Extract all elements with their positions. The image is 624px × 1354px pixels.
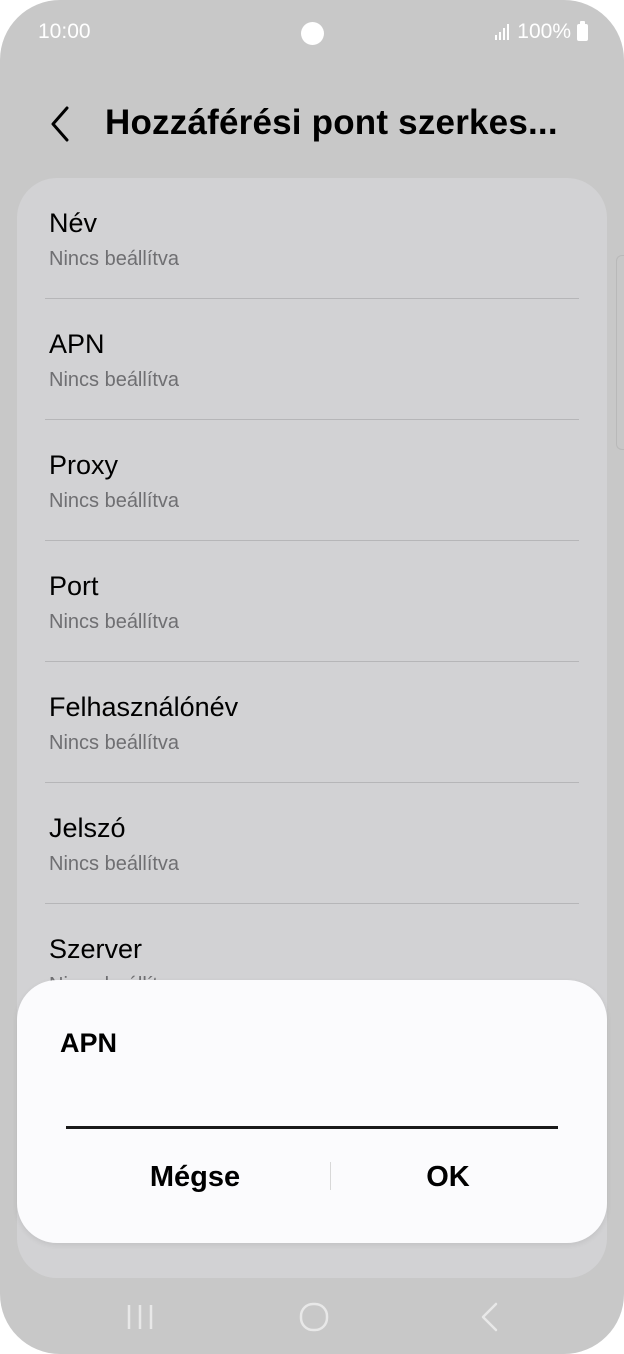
front-camera [301,22,324,45]
button-separator [330,1162,331,1190]
page-title: Hozzáférési pont szerkes... [105,103,558,142]
status-time: 10:00 [38,20,91,43]
item-label: Jelszó [49,813,126,843]
item-value: Nincs beállítva [49,611,180,633]
apn-dialog: APN Mégse OK [17,980,607,1243]
phone-screen: 10:00 100% Hozzáférési pont szerkes... N… [0,0,624,1354]
cancel-button[interactable]: Mégse [87,1150,303,1205]
item-value: Nincs beállítva [49,732,180,754]
list-item-name[interactable]: Név Nincs beállítva [49,178,579,299]
battery-icon [577,20,588,41]
back-icon [481,1302,498,1332]
recent-apps-button[interactable] [120,1297,160,1337]
app-header: Hozzáférési pont szerkes... [0,90,624,160]
item-value: Nincs beállítva [49,248,180,270]
item-value: Nincs beállítva [49,369,180,391]
recent-apps-icon [127,1305,153,1329]
nav-back-button[interactable] [470,1297,510,1337]
back-button[interactable] [40,104,80,144]
dialog-title: APN [60,1028,118,1058]
list-item-proxy[interactable]: Proxy Nincs beállítva [49,420,579,541]
list-item-password[interactable]: Jelszó Nincs beállítva [49,783,579,904]
list-item-username[interactable]: Felhasználónév Nincs beállítva [49,662,579,783]
signal-icon [495,24,510,40]
apn-input[interactable] [66,1085,558,1129]
item-label: APN [49,329,105,359]
ok-button[interactable]: OK [343,1150,553,1205]
home-button[interactable] [294,1297,334,1337]
scroll-indicator[interactable] [616,255,624,450]
item-label: Proxy [49,450,119,480]
list-item-port[interactable]: Port Nincs beállítva [49,541,579,662]
home-icon [299,1302,329,1332]
item-label: Felhasználónév [49,692,239,722]
item-label: Szerver [49,934,143,964]
chevron-left-icon [51,106,69,142]
list-item-apn[interactable]: APN Nincs beállítva [49,299,579,420]
status-bar: 10:00 100% [0,0,624,66]
battery-percentage: 100% [517,20,571,43]
status-right: 100% [495,20,588,44]
item-value: Nincs beállítva [49,490,180,512]
item-label: Név [49,208,98,238]
navigation-bar [0,1275,624,1354]
item-value: Nincs beállítva [49,853,180,875]
item-label: Port [49,571,99,601]
